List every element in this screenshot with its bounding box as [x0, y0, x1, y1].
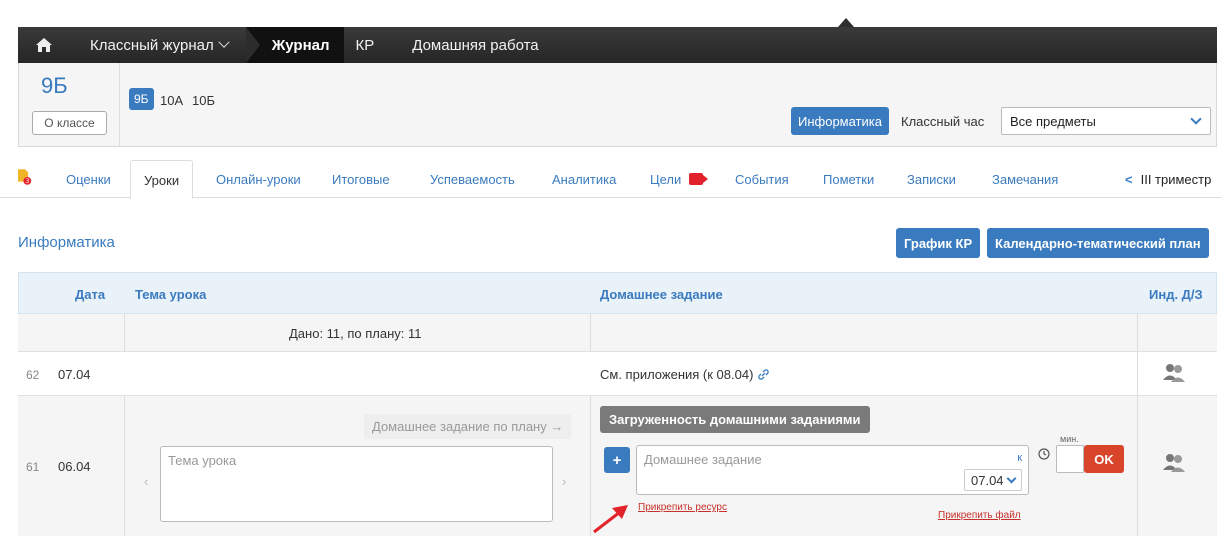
- clock-icon: [1038, 448, 1050, 460]
- attach-resource-link[interactable]: Прикрепить ресурс: [638, 502, 727, 513]
- journal-menu[interactable]: Классный журнал: [70, 27, 260, 63]
- tab-grades[interactable]: Оценки: [66, 172, 111, 187]
- cell-divider: [124, 396, 125, 536]
- home-button[interactable]: [18, 38, 70, 52]
- tab-marks[interactable]: Пометки: [823, 172, 874, 187]
- class-panel: 9Б О классе 9Б 10А 10Б Информатика Класс…: [18, 63, 1217, 147]
- topic-textarea[interactable]: Тема урока: [160, 446, 553, 522]
- tab-bar: 3 Оценки Уроки Онлайн-уроки Итоговые Усп…: [0, 160, 1221, 199]
- cell-divider: [1137, 314, 1138, 352]
- homework-placeholder: Домашнее задание: [644, 452, 762, 467]
- subject-class-hour[interactable]: Классный час: [901, 114, 984, 129]
- subject-informatics-button[interactable]: Информатика: [791, 107, 889, 135]
- subject-select[interactable]: Все предметы: [1001, 107, 1211, 135]
- cell-divider: [1137, 352, 1138, 396]
- due-to-label: к: [1017, 452, 1022, 464]
- journal-menu-label: Классный журнал: [90, 36, 214, 54]
- row-date: 07.04: [58, 367, 91, 382]
- due-date-select[interactable]: 07.04: [964, 469, 1022, 491]
- table-row-editing: 61 06.04 Домашнее задание по плану → ‹ Т…: [18, 396, 1217, 536]
- section-title: Информатика: [18, 234, 115, 251]
- minutes-input[interactable]: [1056, 445, 1084, 473]
- tab-notes[interactable]: Записки: [907, 172, 956, 187]
- header-topic: Тема урока: [135, 287, 207, 302]
- tab-remarks[interactable]: Замечания: [992, 172, 1058, 187]
- cell-divider: [590, 314, 591, 352]
- header-date: Дата: [75, 287, 106, 302]
- tab-online-lessons[interactable]: Онлайн-уроки: [216, 172, 301, 187]
- nav-homework[interactable]: Домашняя работа: [386, 27, 550, 63]
- home-icon: [36, 38, 52, 52]
- header-individual: Инд. Д/З: [1149, 287, 1203, 302]
- arrow-right-icon: →: [550, 419, 564, 434]
- goal-flag-icon: [688, 173, 708, 185]
- table-header: Дата Тема урока Домашнее задание Инд. Д/…: [18, 272, 1217, 314]
- add-homework-button[interactable]: +: [604, 447, 630, 473]
- individual-homework-icon[interactable]: [1161, 360, 1187, 386]
- row-number: 62: [26, 368, 40, 382]
- ok-button[interactable]: OK: [1084, 445, 1124, 473]
- red-arrow-annotation: [593, 505, 628, 534]
- tab-analytics[interactable]: Аналитика: [552, 172, 616, 187]
- homework-load-tooltip[interactable]: Загруженность домашними заданиями: [600, 406, 870, 433]
- tab-progress[interactable]: Успеваемость: [430, 172, 515, 187]
- homework-textarea[interactable]: Домашнее задание к 07.04: [636, 445, 1029, 495]
- nav-homework-label: Домашняя работа: [412, 36, 539, 54]
- homework-plan-button[interactable]: Домашнее задание по плану →: [364, 414, 572, 439]
- current-class: 9Б: [41, 73, 68, 98]
- tab-final[interactable]: Итоговые: [332, 172, 390, 187]
- nav-journal-label: Журнал: [271, 36, 330, 54]
- homework-text-label: См. приложения (к 08.04): [600, 367, 754, 382]
- divider: [119, 63, 120, 147]
- individual-homework-icon[interactable]: [1161, 450, 1187, 476]
- chevron-right-icon[interactable]: ›: [562, 474, 566, 489]
- row-date: 06.04: [58, 459, 91, 474]
- tab-goals[interactable]: Цели: [650, 172, 708, 187]
- document-notification-icon[interactable]: 3: [18, 168, 32, 186]
- homework-plan-label: Домашнее задание по плану: [372, 419, 547, 434]
- summary-text: Дано: 11, по плану: 11: [289, 326, 422, 341]
- class-chip-10b[interactable]: 10Б: [192, 93, 215, 108]
- header-homework: Домашнее задание: [600, 287, 723, 302]
- subject-select-value: Все предметы: [1010, 113, 1096, 129]
- nav-journal[interactable]: Журнал: [245, 27, 344, 63]
- class-chip-10a[interactable]: 10А: [160, 93, 183, 108]
- class-chip-9b[interactable]: 9Б: [129, 88, 154, 110]
- table-row: 62 07.04 См. приложения (к 08.04): [18, 352, 1217, 396]
- cell-divider: [124, 314, 125, 352]
- tab-lessons[interactable]: Уроки: [130, 160, 194, 199]
- chevron-down-icon: [1006, 473, 1017, 484]
- chevron-left-icon[interactable]: <: [1125, 172, 1133, 187]
- topic-placeholder: Тема урока: [168, 453, 237, 468]
- minutes-label: мин.: [1060, 434, 1079, 444]
- kr-schedule-button[interactable]: График КР: [896, 228, 981, 258]
- notification-count: 3: [25, 178, 29, 185]
- chevron-down-icon: [218, 36, 230, 48]
- tab-events[interactable]: События: [735, 172, 789, 187]
- chevron-left-icon[interactable]: ‹: [144, 474, 148, 489]
- nav-kr[interactable]: КР: [344, 27, 387, 63]
- trimester-selector[interactable]: < III триместр: [1125, 172, 1211, 187]
- calendar-plan-button[interactable]: Календарно-тематический план: [987, 228, 1209, 258]
- trimester-label: III триместр: [1140, 172, 1212, 187]
- nav-kr-label: КР: [355, 36, 375, 54]
- chevron-down-icon: [1190, 113, 1202, 125]
- tab-goals-label: Цели: [650, 172, 682, 187]
- menu-pointer: [838, 18, 854, 27]
- due-date-value: 07.04: [971, 473, 1004, 488]
- row-number: 61: [26, 460, 40, 474]
- attach-file-link[interactable]: Прикрепить файл: [938, 510, 1021, 521]
- top-navigation: Классный журнал Журнал КР Домашняя работ…: [18, 27, 1217, 63]
- link-icon[interactable]: [757, 368, 770, 381]
- cell-divider: [1137, 396, 1138, 536]
- summary-row: Дано: 11, по плану: 11: [18, 314, 1217, 352]
- about-class-button[interactable]: О классе: [32, 111, 107, 135]
- homework-text[interactable]: См. приложения (к 08.04): [600, 367, 770, 382]
